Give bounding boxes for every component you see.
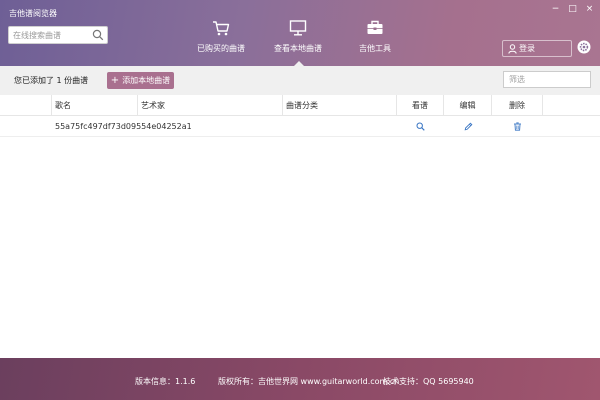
app-title: 吉他谱阅览器 <box>9 9 57 18</box>
column-header-song-name[interactable]: 歌名 <box>52 95 138 116</box>
login-label: 登录 <box>519 44 535 53</box>
maximize-button[interactable]: □ <box>564 2 581 16</box>
app-header: 吉他谱阅览器 − □ × 已购买的曲谱 查看本地曲谱 <box>0 0 600 66</box>
column-header-artist[interactable]: 艺术家 <box>138 95 283 116</box>
window-controls: − □ × <box>547 2 598 16</box>
tab-label: 吉他工具 <box>359 44 391 53</box>
trash-icon[interactable] <box>513 122 522 131</box>
user-icon <box>508 43 517 54</box>
column-header-delete: 删除 <box>492 95 543 116</box>
tab-label: 查看本地曲谱 <box>274 44 322 53</box>
gear-icon[interactable] <box>577 40 591 54</box>
row-blank-cell <box>0 116 52 137</box>
copyright-info: 版权所有：吉他世界网 www.guitarworld.com.cn <box>218 377 400 386</box>
support-info: 技术支持：QQ 5695940 <box>383 377 474 386</box>
category-cell <box>283 116 397 137</box>
add-local-label: 添加本地曲谱 <box>122 76 171 85</box>
column-header-category[interactable]: 曲谱分类 <box>283 95 397 116</box>
monitor-icon <box>289 20 307 36</box>
search-input[interactable] <box>9 27 89 43</box>
column-header-blank <box>0 95 52 116</box>
tab-purchased-scores[interactable]: 已购买的曲谱 <box>181 18 261 66</box>
minimize-button[interactable]: − <box>547 2 564 16</box>
column-header-edit: 编辑 <box>444 95 492 116</box>
pencil-icon[interactable] <box>464 122 473 131</box>
column-header-view: 看谱 <box>397 95 444 116</box>
toolbox-icon <box>367 20 383 34</box>
add-local-score-button[interactable]: + 添加本地曲谱 <box>107 72 174 89</box>
tab-label: 已购买的曲谱 <box>197 44 245 53</box>
table-header: 歌名 艺术家 曲谱分类 看谱 编辑 删除 <box>0 95 600 116</box>
plus-icon: + <box>110 74 120 86</box>
version-info: 版本信息：1.1.6 <box>135 377 196 386</box>
delete-cell <box>492 116 543 137</box>
tab-local-scores[interactable]: 查看本地曲谱 <box>258 18 338 66</box>
login-button[interactable]: 登录 <box>502 40 572 57</box>
close-button[interactable]: × <box>581 2 598 16</box>
view-cell <box>397 116 444 137</box>
app-footer: 版本信息：1.1.6 版权所有：吉他世界网 www.guitarworld.co… <box>0 358 600 400</box>
row-filler-cell <box>543 116 600 137</box>
search-icon[interactable] <box>92 29 104 41</box>
search-box <box>8 26 108 44</box>
edit-cell <box>444 116 492 137</box>
score-count-text: 您已添加了 1 份曲谱 <box>14 76 89 85</box>
magnifier-icon[interactable] <box>416 122 425 131</box>
song-name-cell: 55a75fc497df73d09554e04252a1 <box>55 122 192 131</box>
scores-table: 歌名 艺术家 曲谱分类 看谱 编辑 删除 55a75fc497df73d0955… <box>0 95 600 137</box>
table-row[interactable]: 55a75fc497df73d09554e04252a1 <box>0 116 600 137</box>
tab-guitar-tools[interactable]: 吉他工具 <box>335 18 415 66</box>
cart-icon <box>213 21 230 36</box>
column-header-filler <box>543 95 600 116</box>
filter-input[interactable] <box>503 71 591 88</box>
